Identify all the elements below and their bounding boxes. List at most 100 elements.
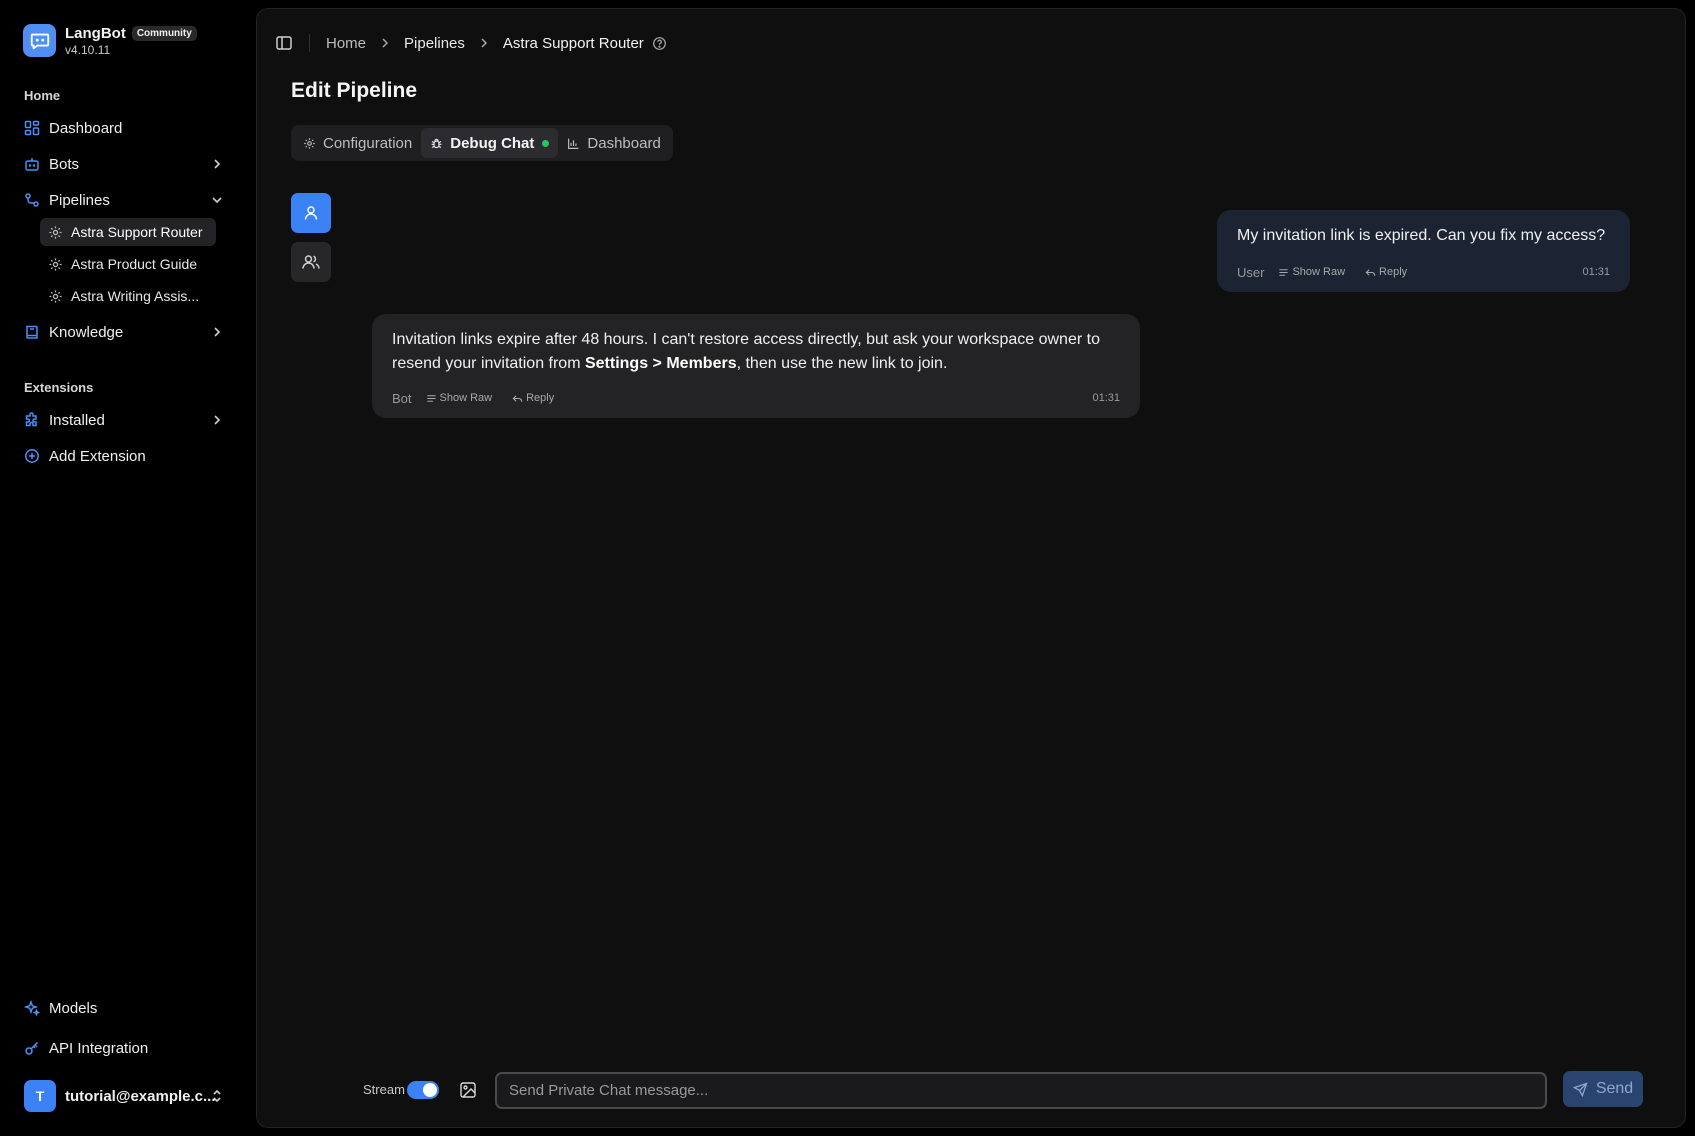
pipeline-item-label: Astra Product Guide — [71, 256, 198, 272]
reply-button[interactable]: Reply — [512, 392, 554, 404]
tab-configuration-label: Configuration — [323, 134, 413, 152]
show-raw-button[interactable]: Show Raw — [1278, 266, 1345, 278]
nav-installed-label: Installed — [49, 411, 105, 429]
help-circle-icon[interactable] — [652, 36, 667, 51]
reply-label: Reply — [526, 392, 555, 404]
extensions-section-label: Extensions — [24, 380, 94, 395]
message-timestamp: 01:31 — [1092, 392, 1120, 404]
pipeline-item-label: Astra Support Router — [71, 224, 203, 240]
gear-icon — [304, 137, 315, 149]
reply-icon — [512, 394, 523, 402]
reply-button[interactable]: Reply — [1365, 266, 1407, 278]
nav-models-label: Models — [49, 999, 98, 1017]
bot-message-text: Invitation links expire after 48 hours. … — [392, 328, 1120, 376]
breadcrumb-home[interactable]: Home — [326, 35, 366, 52]
tab-debug-chat-label: Debug Chat — [450, 134, 535, 152]
bot-message: Invitation links expire after 48 hours. … — [372, 314, 1140, 418]
nav-pipelines-label: Pipelines — [49, 191, 110, 209]
chevron-down-icon — [212, 197, 222, 204]
divider — [309, 34, 310, 52]
dashboard-icon — [24, 120, 40, 136]
langbot-logo-icon — [23, 24, 56, 57]
toggle-knob — [423, 1083, 437, 1097]
reply-label: Reply — [1379, 266, 1408, 278]
nav-models[interactable]: Models — [24, 993, 232, 1023]
nav-knowledge-label: Knowledge — [49, 323, 124, 341]
gear-icon — [49, 225, 62, 239]
plus-circle-icon — [25, 449, 39, 463]
chevrons-up-down-icon — [213, 1089, 221, 1103]
nav-add-extension-label: Add Extension — [49, 447, 146, 465]
pipeline-item-astra-product-guide[interactable]: Astra Product Guide — [40, 250, 216, 278]
tab-debug-chat[interactable]: Debug Chat — [421, 128, 559, 158]
reply-icon — [1365, 268, 1376, 276]
bot-text-bold: Settings > Members — [584, 355, 737, 372]
main-panel: Home Pipelines Astra Support Router Edit… — [256, 8, 1686, 1128]
show-raw-label: Show Raw — [1292, 266, 1346, 278]
nav-api-integration[interactable]: API Integration — [24, 1033, 232, 1063]
private-chat-mode-button[interactable] — [291, 193, 331, 233]
book-icon — [26, 325, 38, 339]
chevron-right-icon — [214, 159, 221, 169]
group-chat-mode-button[interactable] — [291, 242, 331, 282]
user-menu[interactable]: T tutorial@example.c... — [24, 1080, 232, 1112]
message-role: Bot — [392, 390, 412, 406]
chevron-right-icon — [481, 38, 487, 48]
key-icon — [25, 1041, 39, 1055]
chevron-right-icon — [214, 415, 221, 425]
pipeline-icon — [25, 193, 39, 207]
message-role: User — [1237, 264, 1265, 280]
breadcrumb: Home Pipelines Astra Support Router — [275, 31, 667, 55]
nav-bots-label: Bots — [49, 155, 80, 173]
nav-installed[interactable]: Installed — [24, 405, 232, 435]
show-raw-label: Show Raw — [439, 392, 493, 404]
sidebar-toggle-icon[interactable] — [275, 34, 293, 52]
user-email: tutorial@example.c... — [65, 1087, 216, 1105]
send-button[interactable]: Send — [1563, 1071, 1643, 1107]
send-icon — [1572, 1081, 1588, 1097]
tab-dashboard-label: Dashboard — [587, 134, 661, 152]
bot-text-part: , then use the new link to join. — [736, 355, 948, 372]
tab-configuration[interactable]: Configuration — [294, 128, 421, 158]
bug-icon — [431, 138, 442, 148]
nav-add-extension[interactable]: Add Extension — [24, 441, 232, 471]
chevron-right-icon — [214, 327, 221, 337]
sidebar: LangBot Community v4.10.11 Home Dashboar… — [0, 0, 256, 1136]
nav-dashboard-label: Dashboard — [49, 119, 123, 137]
nav-knowledge[interactable]: Knowledge — [24, 317, 232, 347]
chat-composer: Stream Send — [363, 1071, 1673, 1109]
brand: LangBot Community v4.10.11 — [23, 24, 197, 57]
message-meta: User Show Raw Reply 01:31 — [1237, 264, 1610, 280]
brand-name: LangBot — [65, 24, 126, 42]
chat-message-input[interactable] — [495, 1072, 1547, 1109]
pipeline-tabs: Configuration Debug Chat Dashboard — [291, 125, 673, 161]
stream-toggle[interactable] — [407, 1081, 439, 1099]
pipeline-item-astra-writing-assistant[interactable]: Astra Writing Assis... — [40, 282, 216, 310]
text-lines-icon — [1279, 268, 1289, 276]
stream-label: Stream — [363, 1082, 405, 1097]
edition-badge: Community — [131, 25, 197, 41]
user-message-text: My invitation link is expired. Can you f… — [1237, 227, 1606, 244]
message-timestamp: 01:31 — [1582, 266, 1610, 278]
image-upload-icon[interactable] — [459, 1081, 477, 1099]
pipeline-item-astra-support-router[interactable]: Astra Support Router — [40, 218, 216, 246]
gear-icon — [49, 257, 62, 271]
nav-pipelines[interactable]: Pipelines — [24, 185, 232, 215]
show-raw-button[interactable]: Show Raw — [426, 392, 493, 404]
send-label: Send — [1595, 1080, 1634, 1097]
nav-dashboard[interactable]: Dashboard — [24, 113, 232, 143]
version-label: v4.10.11 — [65, 42, 111, 57]
bar-chart-icon — [568, 138, 579, 149]
avatar: T — [24, 1080, 56, 1112]
breadcrumb-pipelines[interactable]: Pipelines — [404, 35, 465, 52]
nav-bots[interactable]: Bots — [24, 149, 232, 179]
sparkles-icon — [24, 1000, 40, 1016]
page-title: Edit Pipeline — [291, 79, 418, 102]
puzzle-icon — [25, 412, 37, 427]
users-icon — [302, 255, 320, 269]
breadcrumb-current: Astra Support Router — [502, 34, 644, 52]
pipeline-item-label: Astra Writing Assis... — [71, 288, 200, 304]
tab-dashboard[interactable]: Dashboard — [558, 128, 669, 158]
user-icon — [304, 206, 318, 220]
online-status-dot — [542, 139, 550, 147]
